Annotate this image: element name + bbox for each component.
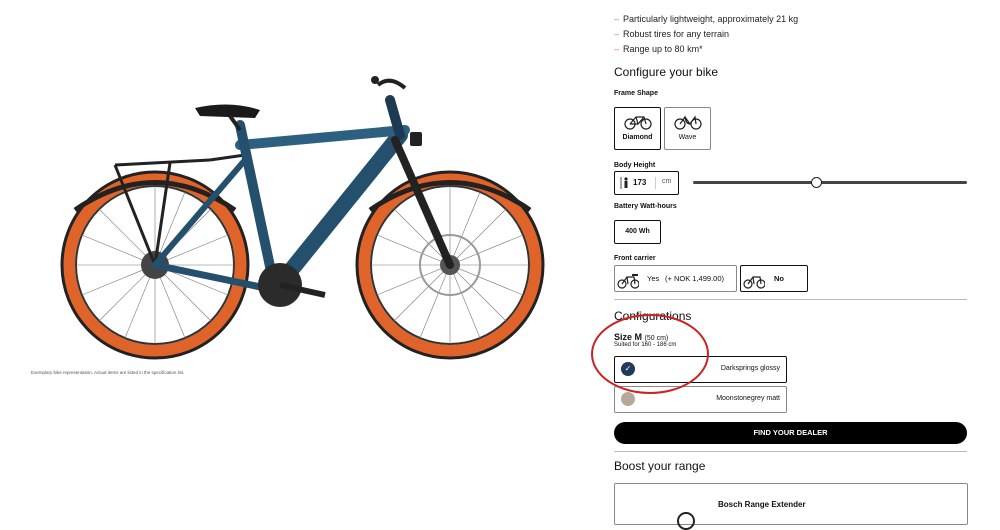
find-dealer-button[interactable]: FIND YOUR DEALER: [614, 422, 967, 444]
body-height-value: 173: [633, 178, 647, 187]
frame-option-wave[interactable]: Wave: [664, 107, 711, 150]
divider: [614, 451, 967, 452]
boost-title: Boost your range: [614, 459, 706, 473]
bike-icon: [743, 276, 765, 289]
image-caption: Exemplary bike representation. Actual it…: [31, 370, 185, 375]
front-carrier-no-label: No: [774, 274, 784, 283]
configure-title: Configure your bike: [614, 65, 719, 79]
saddle: [195, 104, 260, 118]
divider: [614, 299, 967, 300]
range-extender-icon: [677, 512, 695, 530]
dash-icon: –: [614, 44, 620, 54]
front-carrier-label: Front carrier: [614, 255, 656, 262]
height-slider-track[interactable]: [693, 181, 967, 184]
battery-label: Battery Watt-hours: [614, 203, 677, 210]
field-divider: [655, 177, 656, 189]
feature-item: – Range up to 80 km*: [614, 44, 703, 54]
front-carrier-bike-icon: [617, 274, 639, 289]
dash-icon: –: [614, 29, 620, 39]
bike-image: [60, 76, 545, 360]
frame-option-diamond[interactable]: Diamond: [614, 107, 661, 150]
body-height-field[interactable]: 173 cm: [614, 171, 679, 195]
color-option-label: Darksprings glossy: [720, 365, 780, 372]
color-option-label: Moonstonegrey matt: [716, 395, 780, 402]
front-carrier-yes-label: Yes: [647, 274, 660, 283]
wave-bike-icon: [674, 115, 702, 130]
feature-item: – Robust tires for any terrain: [614, 29, 730, 39]
height-slider-handle[interactable]: [811, 177, 823, 188]
front-carrier-yes[interactable]: Yes (+ NOK 1,499.00): [614, 265, 737, 292]
diamond-bike-icon: [624, 116, 652, 130]
person-height-icon: [620, 177, 628, 189]
front-carrier-price: (+ NOK 1,499.00): [665, 274, 724, 283]
frame-option-label: Diamond: [622, 134, 653, 141]
find-dealer-label: FIND YOUR DEALER: [753, 428, 828, 437]
frame-option-label: Wave: [678, 134, 697, 141]
battery-option-label: 400 Wh: [625, 228, 650, 235]
handlebar: [376, 78, 407, 90]
body-height-unit: cm: [662, 178, 672, 185]
battery-option-400[interactable]: 400 Wh: [614, 220, 661, 244]
range-extender-card[interactable]: Bosch Range Extender: [614, 483, 968, 530]
body-height-label: Body Height: [614, 162, 656, 169]
frame-shape-label: Frame Shape: [614, 90, 658, 97]
feature-item: – Particularly lightweight, approximately…: [614, 14, 799, 24]
front-carrier-no[interactable]: No: [740, 265, 808, 292]
annotation-circle: [591, 314, 709, 394]
dash-icon: –: [614, 14, 620, 24]
range-extender-title: Bosch Range Extender: [718, 500, 806, 509]
